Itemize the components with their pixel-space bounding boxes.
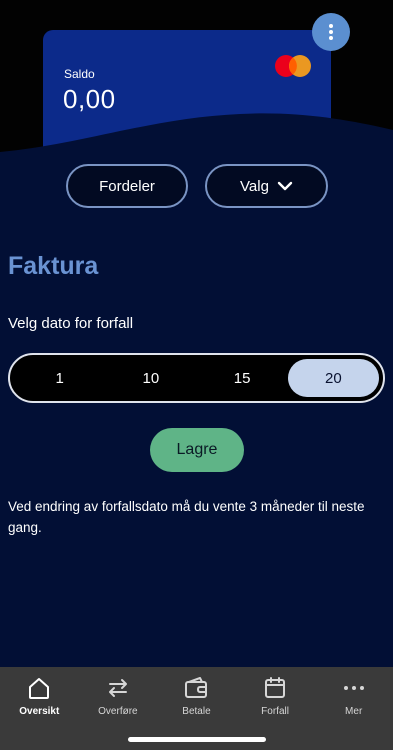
- tab-label: Mer: [345, 706, 363, 717]
- due-date-option-15[interactable]: 15: [197, 359, 288, 397]
- transfer-arrows-icon: [108, 679, 127, 697]
- tab-label: Forfall: [261, 706, 289, 717]
- tab-mer[interactable]: Mer: [314, 667, 393, 750]
- due-date-option-20[interactable]: 20: [287, 359, 379, 397]
- due-date-label: Velg dato for forfall: [8, 315, 134, 332]
- tab-oversikt[interactable]: Oversikt: [0, 667, 79, 750]
- chevron-down-icon: [277, 181, 293, 191]
- more-horizontal-icon: [343, 686, 364, 690]
- due-date-option-10[interactable]: 10: [105, 359, 196, 397]
- fordeler-label: Fordeler: [99, 177, 155, 195]
- valg-button[interactable]: Valg: [205, 164, 328, 208]
- page-title: Faktura: [8, 252, 99, 280]
- home-icon: [29, 678, 50, 699]
- home-indicator: [128, 737, 266, 742]
- more-options-button[interactable]: [312, 13, 350, 51]
- tab-label: Oversikt: [19, 706, 60, 717]
- vertical-dots-icon: [329, 24, 333, 40]
- due-date-option-1[interactable]: 1: [14, 359, 105, 397]
- due-date-selector: 1 10 15 20: [8, 353, 385, 403]
- info-text: Ved endring av forfallsdato må du vente …: [8, 499, 365, 535]
- tab-label: Overføre: [98, 706, 138, 717]
- wallet-icon: [185, 677, 208, 698]
- tab-label: Betale: [182, 706, 211, 717]
- fordeler-button[interactable]: Fordeler: [66, 164, 188, 208]
- calendar-icon: [265, 677, 286, 698]
- valg-label: Valg: [240, 177, 269, 195]
- save-button[interactable]: Lagre: [150, 428, 244, 472]
